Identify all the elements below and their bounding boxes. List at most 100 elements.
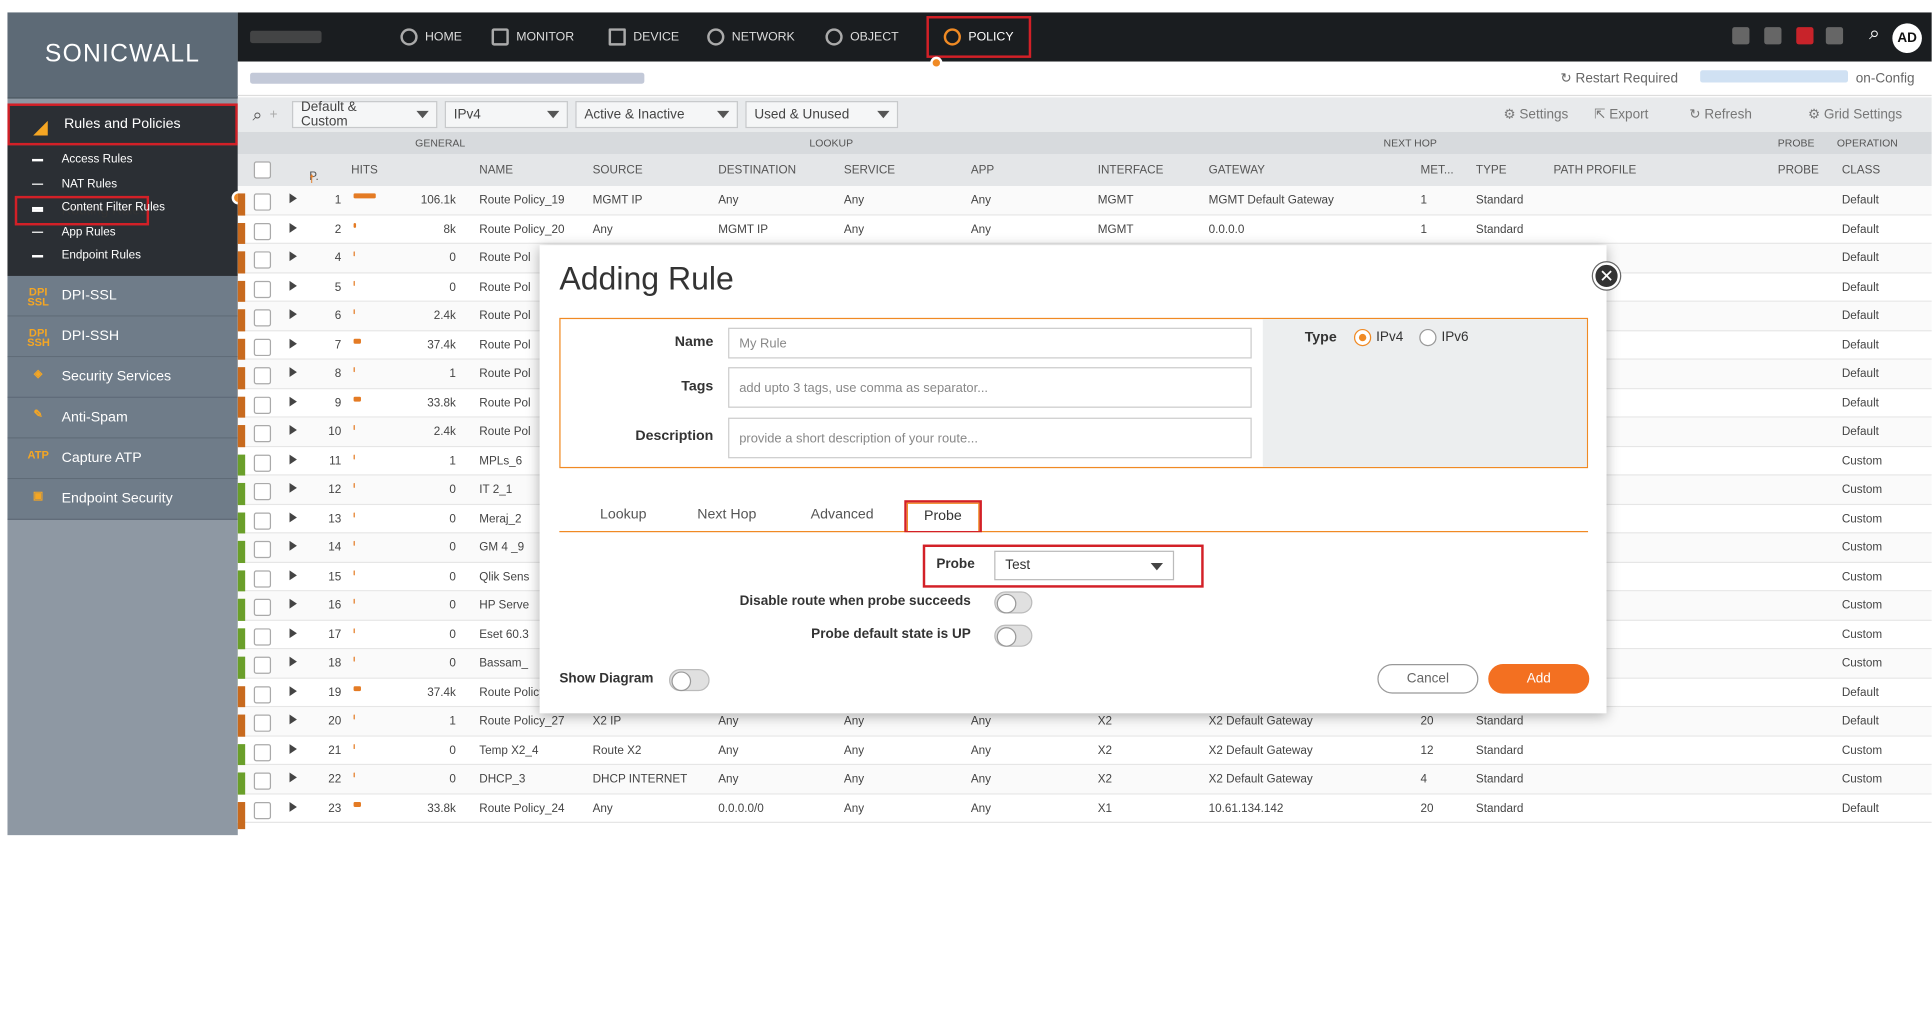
expand-icon[interactable] xyxy=(289,801,302,812)
config-mode[interactable]: on-Config xyxy=(1700,70,1915,86)
search-icon[interactable]: ⌕ xyxy=(253,104,263,125)
settings-button[interactable]: ⚙ Settings xyxy=(1503,106,1568,122)
expand-icon[interactable] xyxy=(289,338,302,349)
column-destination[interactable]: DESTINATION xyxy=(718,163,796,177)
notes-icon[interactable] xyxy=(1764,27,1782,45)
sidebar-item-content-filter-rules[interactable]: Content Filter Rules xyxy=(7,196,237,220)
ipv4-radio[interactable]: IPv4 xyxy=(1353,328,1403,347)
refresh-button[interactable]: ↻ Refresh xyxy=(1689,106,1752,122)
probe-select[interactable]: Test xyxy=(994,550,1175,581)
tab-lookup[interactable]: Lookup xyxy=(600,508,646,523)
expand-icon[interactable] xyxy=(289,511,302,522)
expand-icon[interactable] xyxy=(289,280,302,291)
nav-policy[interactable]: POLICY xyxy=(926,16,1031,58)
row-checkbox[interactable] xyxy=(253,714,272,732)
column-app[interactable]: APP xyxy=(971,163,994,177)
table-row[interactable]: 22 0 DHCP_3 DHCP INTERNET Any Any Any X2 X2 Defa… xyxy=(237,765,1932,801)
row-checkbox[interactable] xyxy=(253,396,272,414)
expand-icon[interactable] xyxy=(289,193,302,204)
sidebar-item-access-rules[interactable]: Access Rules xyxy=(7,148,237,172)
select-all-checkbox[interactable] xyxy=(253,161,272,179)
expand-icon[interactable] xyxy=(289,598,302,609)
nav-object[interactable]: OBJECT xyxy=(825,12,899,61)
status-icon[interactable] xyxy=(1732,27,1750,45)
table-row[interactable]: 1 106.1k Route Policy_19 MGMT IP Any Any Any MG… xyxy=(237,186,1932,222)
nav-monitor[interactable]: MONITOR xyxy=(491,12,574,61)
sidebar-section-endpoint-security[interactable]: ▣ Endpoint Security xyxy=(7,478,238,520)
filter-used-unused[interactable]: Used & Unused xyxy=(745,101,899,129)
tab-advanced[interactable]: Advanced xyxy=(811,508,874,523)
grid-settings-button[interactable]: ⚙ Grid Settings xyxy=(1808,106,1902,122)
restart-required[interactable]: ↻ Restart Required xyxy=(1560,70,1678,86)
column-interface[interactable]: INTERFACE xyxy=(1098,163,1164,177)
table-row[interactable]: 2 8k Route Policy_20 Any MGMT IP Any Any MGMT 0.… xyxy=(237,214,1932,251)
expand-icon[interactable] xyxy=(289,569,302,580)
expand-icon[interactable] xyxy=(289,222,302,233)
row-checkbox[interactable] xyxy=(253,251,272,269)
table-row[interactable]: 23 33.8k Route Policy_24 Any 0.0.0.0/0 Any Any… xyxy=(237,794,1932,830)
sidebar-item-endpoint-rules[interactable]: Endpoint Rules xyxy=(7,244,237,268)
search-icon[interactable]: ⌕ xyxy=(1869,23,1880,45)
close-icon[interactable]: ✕ xyxy=(1592,262,1621,290)
sidebar-section-dpi-ssh[interactable]: DPI SSH DPI-SSH xyxy=(7,316,238,357)
sidebar-section-security-services[interactable]: ◈ Security Services xyxy=(7,356,238,398)
nav-device[interactable]: DEVICE xyxy=(608,12,679,61)
row-checkbox[interactable] xyxy=(253,656,272,674)
row-checkbox[interactable] xyxy=(253,193,272,211)
disable-route-toggle[interactable] xyxy=(994,591,1033,614)
add-button[interactable]: Add xyxy=(1488,664,1590,694)
filter-default-custom[interactable]: Default & Custom xyxy=(292,100,438,129)
row-checkbox[interactable] xyxy=(253,685,272,703)
column-hits[interactable]: HITS xyxy=(351,163,378,177)
expand-icon[interactable] xyxy=(289,743,302,754)
alert-icon[interactable] xyxy=(1796,27,1814,45)
table-row[interactable]: 21 0 Temp X2_4 Route X2 Any Any Any X2 X2 Defaul… xyxy=(237,736,1932,772)
column-probe[interactable]: PROBE xyxy=(1778,163,1819,177)
add-icon[interactable]: + xyxy=(270,107,278,122)
description-input[interactable]: provide a short description of your rout… xyxy=(728,417,1252,459)
expand-icon[interactable] xyxy=(289,656,302,667)
row-checkbox[interactable] xyxy=(253,309,272,327)
row-checkbox[interactable] xyxy=(253,367,272,385)
row-checkbox[interactable] xyxy=(253,569,272,588)
expand-icon[interactable] xyxy=(289,309,302,320)
nav-network[interactable]: NETWORK xyxy=(707,12,795,61)
expand-icon[interactable] xyxy=(289,540,302,551)
sidebar-item-nat-rules[interactable]: NAT Rules xyxy=(7,172,237,196)
column-class[interactable]: CLASS xyxy=(1842,163,1880,177)
row-checkbox[interactable] xyxy=(253,801,272,819)
column-metric[interactable]: MET... xyxy=(1420,163,1453,177)
row-checkbox[interactable] xyxy=(253,338,272,356)
default-state-toggle[interactable] xyxy=(994,624,1033,647)
sidebar-section-capture-atp[interactable]: ATP Capture ATP xyxy=(7,437,238,479)
column-source[interactable]: SOURCE xyxy=(593,163,643,177)
row-checkbox[interactable] xyxy=(253,482,272,501)
expand-icon[interactable] xyxy=(289,714,302,725)
expand-icon[interactable] xyxy=(289,425,302,435)
export-button[interactable]: ⇱ Export xyxy=(1594,106,1648,122)
expand-icon[interactable] xyxy=(289,685,302,696)
column-name[interactable]: NAME xyxy=(479,163,513,177)
sidebar-section-anti-spam[interactable]: ✎ Anti-Spam xyxy=(7,397,238,438)
sidebar-item-app-rules[interactable]: App Rules xyxy=(7,220,237,244)
expand-icon[interactable] xyxy=(289,482,302,493)
row-checkbox[interactable] xyxy=(253,280,272,298)
expand-icon[interactable] xyxy=(289,251,302,262)
tab-next-hop[interactable]: Next Hop xyxy=(697,508,756,523)
nav-home[interactable]: HOME xyxy=(400,12,462,61)
column-gateway[interactable]: GATEWAY xyxy=(1209,163,1265,177)
expand-icon[interactable] xyxy=(289,772,302,783)
column-path-profile[interactable]: PATH PROFILE xyxy=(1554,163,1637,177)
expand-icon[interactable] xyxy=(289,627,302,638)
column-type[interactable]: TYPE xyxy=(1476,163,1507,177)
row-checkbox[interactable] xyxy=(253,511,272,530)
expand-icon[interactable] xyxy=(289,453,302,464)
row-checkbox[interactable] xyxy=(253,627,272,645)
expand-icon[interactable] xyxy=(289,367,302,377)
avatar[interactable]: AD xyxy=(1892,23,1922,53)
expand-icon[interactable] xyxy=(289,396,302,406)
show-diagram-toggle[interactable] xyxy=(668,668,710,692)
filter-ip-version[interactable]: IPv4 xyxy=(445,101,569,129)
row-checkbox[interactable] xyxy=(253,425,272,443)
name-input[interactable]: My Rule xyxy=(728,327,1252,359)
